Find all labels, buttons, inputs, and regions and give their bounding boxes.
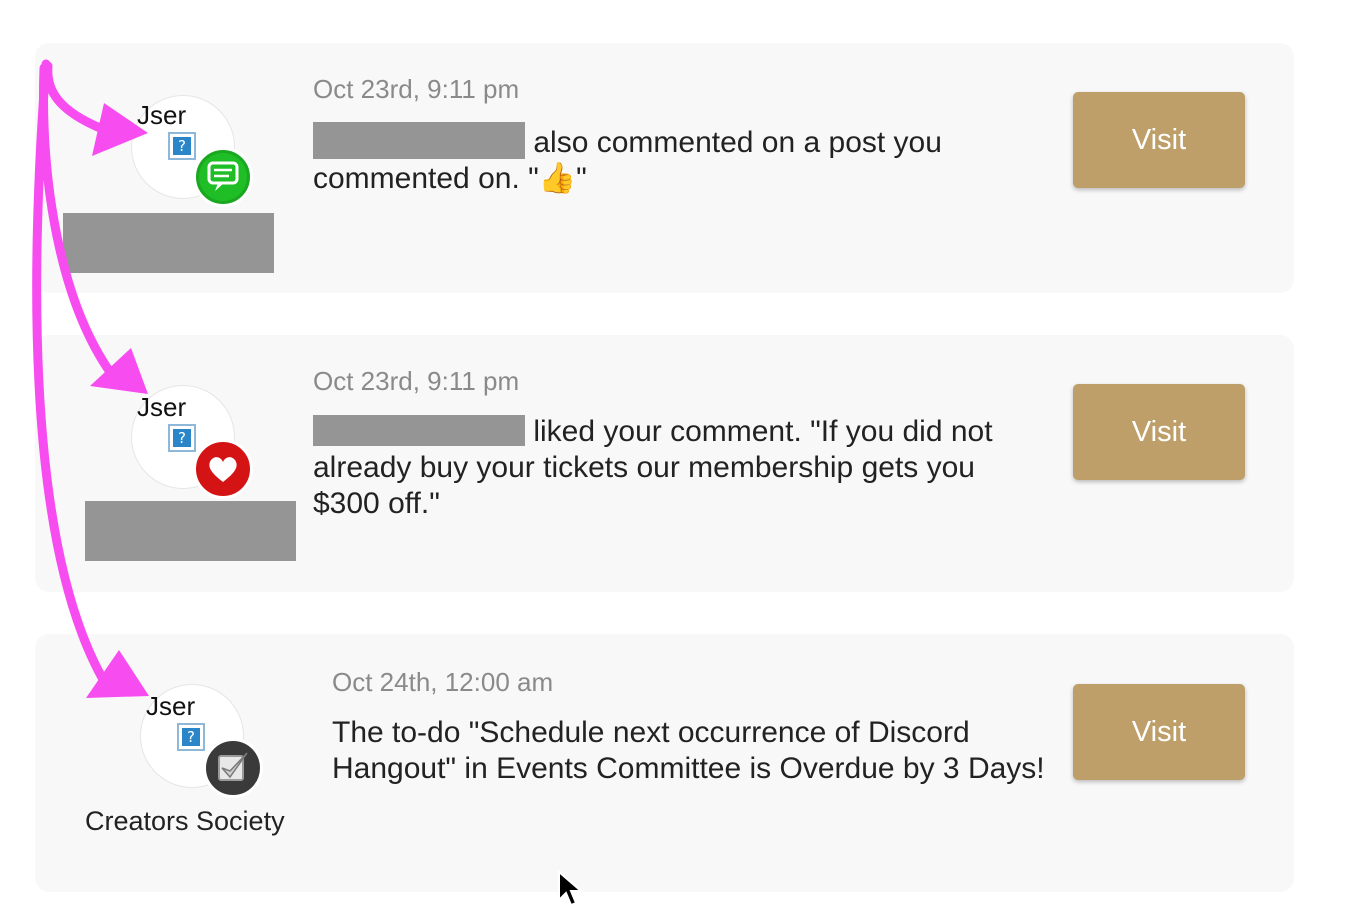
redacted-username [313,415,525,446]
notification-message: also commented on a post you commented o… [313,122,1013,197]
avatar-alt-text: Jser [137,392,187,422]
notification-card: Jser ? Oct 23rd, 9:11 pm also commented … [35,43,1294,293]
avatar-alt-text: Jser [146,691,196,721]
visit-button[interactable]: Visit [1073,92,1245,188]
checkmark-icon [209,744,257,792]
timestamp: Oct 24th, 12:00 am [332,667,554,697]
notification-card: Jser ? Creators Society Oct 24th, 12:00 … [35,634,1294,892]
todo-badge [203,738,263,798]
notification-message: liked your comment. "If you did not alre… [313,414,1043,522]
visit-button[interactable]: Visit [1073,684,1245,780]
timestamp: Oct 23rd, 9:11 pm [313,74,520,104]
avatar-alt-text: Jser [137,100,187,130]
heart-icon [199,445,247,493]
like-badge [193,439,253,499]
redacted-username [313,122,525,159]
timestamp: Oct 23rd, 9:11 pm [313,366,520,396]
broken-image-icon: ? [168,424,196,452]
notification-message: The to-do "Schedule next occurrence of D… [332,716,1045,785]
redacted-name [85,501,296,561]
broken-image-icon: ? [168,132,196,160]
mouse-cursor-icon [558,870,584,907]
comment-badge [193,147,253,207]
group-name: Creators Society [85,806,285,836]
redacted-name [63,213,274,273]
chat-bubble-icon [199,153,247,201]
broken-image-icon: ? [177,723,205,751]
notification-card: Jser ? Oct 23rd, 9:11 pm liked your comm… [35,335,1294,592]
visit-button[interactable]: Visit [1073,384,1245,480]
